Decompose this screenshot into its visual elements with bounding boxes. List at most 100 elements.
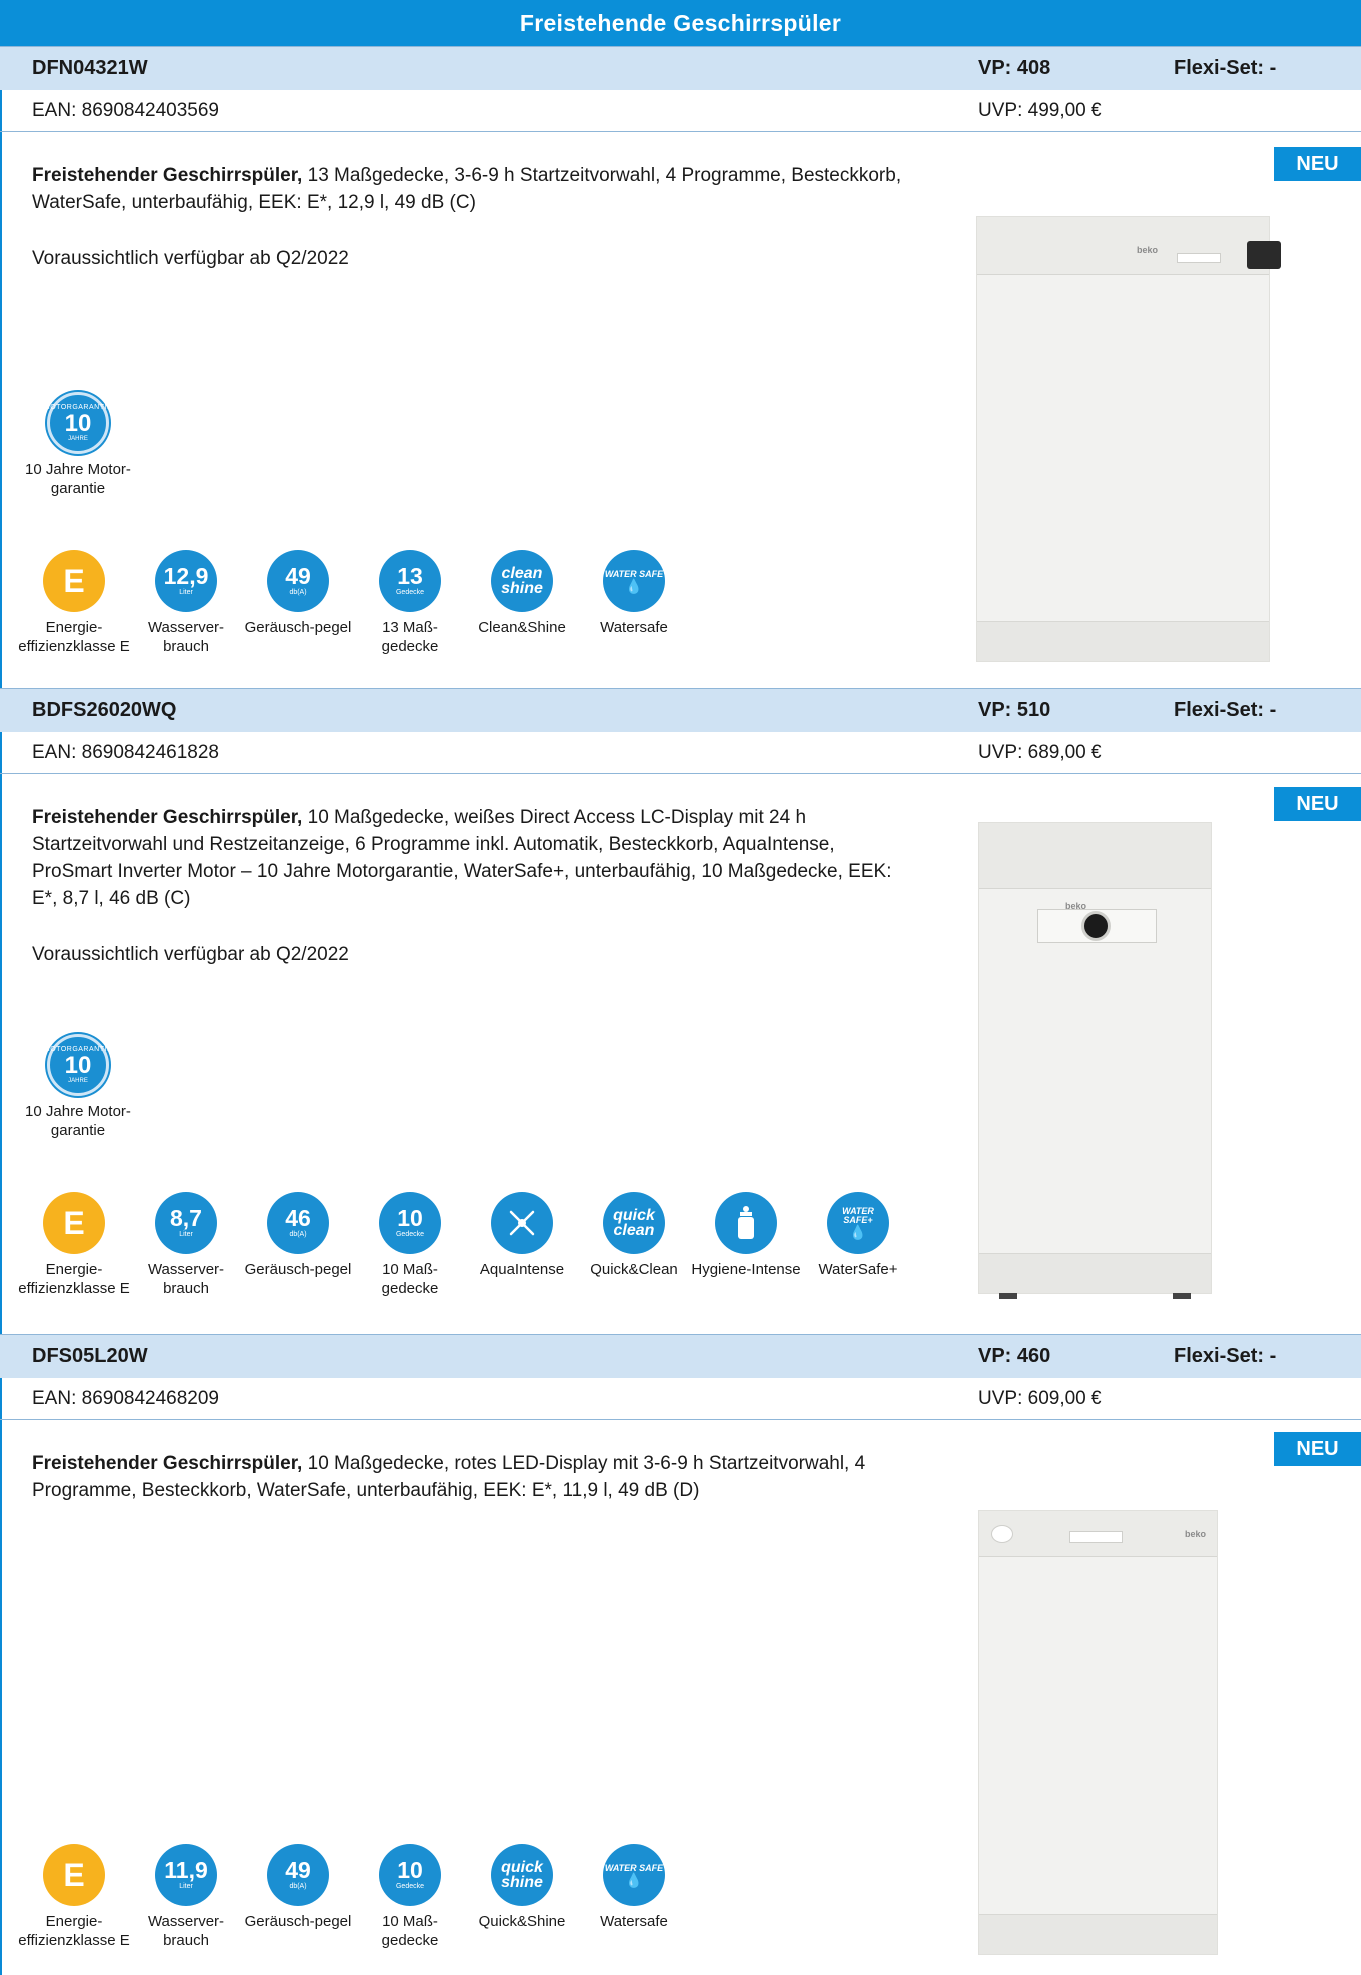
noise-level-icon: 49 db(A) — [267, 550, 329, 612]
feature-unit: Gedecke — [395, 1883, 425, 1890]
product-image: beko — [978, 822, 1212, 1299]
flexi-set: Flexi-Set: - — [1174, 699, 1277, 721]
feature-unit: Liter — [179, 1883, 193, 1890]
hygiene-intense-icon — [715, 1192, 777, 1254]
kick-plate — [979, 1253, 1211, 1293]
feature-value: 10 — [397, 1205, 423, 1231]
feature-settings: 10 Gedecke 10 Maß-gedecke — [354, 1192, 466, 1298]
noise-level-icon: 49 db(A) — [267, 1844, 329, 1906]
feature-label: Clean&Shine — [478, 619, 566, 636]
feature-unit: Gedecke — [395, 1231, 425, 1238]
feature-label: WaterSafe+ — [818, 1261, 898, 1278]
baby-bottle-glyph — [738, 1206, 754, 1239]
feature-value: 12,9 — [163, 563, 209, 589]
motor-warranty: MOTORGARANTIE 10 JAHRE 10 Jahre Motor-ga… — [18, 1034, 138, 1140]
feature-label: Watersafe — [600, 1913, 668, 1930]
feature-label: 10 Maß-gedecke — [381, 1913, 439, 1949]
feature-value: clean shine — [501, 565, 543, 597]
feature-watersafe: WATER SAFE 💧 Watersafe — [578, 1844, 690, 1950]
vp-price: VP: 408 — [978, 57, 1051, 79]
water-drops-glyph: 💧 — [625, 1871, 643, 1888]
feature-value: WATER SAFE+ — [842, 1206, 874, 1225]
motor-warranty-icon: MOTORGARANTIE 10 JAHRE — [44, 392, 112, 454]
feature-icons: E Energie-effizienzklasse E 11,9 Liter Wa… — [18, 1844, 690, 1950]
quick-clean-icon: quick clean — [603, 1192, 665, 1254]
feature-value: 49 — [285, 563, 311, 589]
model-number: DFS05L20W — [32, 1345, 148, 1367]
brand-logo: beko — [1137, 245, 1159, 255]
watersafe-plus-icon: WATER SAFE+ 💧 — [827, 1192, 889, 1254]
feature-unit: db(A) — [289, 1231, 307, 1238]
availability-note: Voraussichtlich verfügbar ab Q2/2022 — [32, 944, 349, 965]
feature-water: 12,9 Liter Wasserver-brauch — [130, 550, 242, 656]
warranty-badge-number: 10 — [64, 1051, 92, 1079]
catalog-page: Freistehende Geschirrspüler DFN04321W VP… — [0, 0, 1361, 1975]
warranty-badge-bottom: JAHRE — [68, 435, 88, 442]
feature-label: Wasserver-brauch — [147, 1913, 225, 1949]
program-knob — [991, 1525, 1013, 1543]
feature-noise: 49 db(A) Geräusch-pegel — [242, 550, 354, 656]
control-knob — [1081, 911, 1111, 941]
feature-label: Watersafe — [600, 619, 668, 636]
flexi-set: Flexi-Set: - — [1174, 1345, 1277, 1367]
feature-label: 10 Maß-gedecke — [381, 1261, 439, 1297]
warranty-label: 10 Jahre Motor-garantie — [25, 461, 131, 497]
warranty-badge-number: 10 — [64, 409, 92, 437]
motor-warranty-icon: MOTORGARANTIE 10 JAHRE — [44, 1034, 112, 1096]
product-description: Freistehender Geschirrspüler, 10 Maßgede… — [32, 804, 912, 912]
product-description: Freistehender Geschirrspüler, 10 Maßgede… — [32, 1450, 912, 1504]
energy-class-icon: E — [43, 550, 105, 612]
place-settings-icon: 10 Gedecke — [379, 1192, 441, 1254]
feature-energy: E Energie-effizienzklasse E — [18, 1192, 130, 1298]
motor-warranty: MOTORGARANTIE 10 JAHRE 10 Jahre Motor-ga… — [18, 392, 138, 498]
warranty-label: 10 Jahre Motor-garantie — [25, 1103, 131, 1139]
product-image: beko — [978, 1510, 1218, 1955]
feature-hygiene: Hygiene-Intense — [690, 1192, 802, 1298]
feature-label: AquaIntense — [479, 1261, 565, 1278]
water-drops-glyph: 💧 — [849, 1224, 867, 1240]
description-lead: Freistehender Geschirrspüler, — [32, 807, 303, 828]
uvp-price: UVP: 609,00 € — [978, 1388, 1102, 1409]
kick-plate — [977, 621, 1269, 661]
uvp-price: UVP: 689,00 € — [978, 742, 1102, 763]
feature-value: 13 — [397, 563, 423, 589]
feature-label: Geräusch-pegel — [244, 1261, 352, 1278]
water-consumption-icon: 8,7 Liter — [155, 1192, 217, 1254]
feature-icons: E Energie-effizienzklasse E 12,9 Liter Wa… — [18, 550, 690, 656]
quick-shine-icon: quick shine — [491, 1844, 553, 1906]
top-lid — [979, 823, 1211, 889]
feature-label: Quick&Clean — [590, 1261, 678, 1278]
feature-watersafe: WATER SAFE 💧 Watersafe — [578, 550, 690, 656]
energy-class-icon: E — [43, 1844, 105, 1906]
brand-logo: beko — [1065, 901, 1087, 911]
feature-label: Wasserver-brauch — [147, 1261, 225, 1297]
feature-value: 46 — [285, 1205, 311, 1231]
feature-value: 10 — [397, 1857, 423, 1883]
feature-value: quick shine — [501, 1859, 543, 1891]
page-title: Freistehende Geschirrspüler — [0, 0, 1361, 46]
control-display — [1247, 241, 1281, 269]
feature-label: Quick&Shine — [478, 1913, 566, 1930]
feature-value: 49 — [285, 1857, 311, 1883]
foot-right — [1173, 1293, 1191, 1299]
feature-unit: Liter — [179, 589, 193, 596]
watersafe-icon: WATER SAFE 💧 — [603, 550, 665, 612]
feature-settings: 10 Gedecke 10 Maß-gedecke — [354, 1844, 466, 1950]
spray-arms-glyph — [509, 1210, 535, 1236]
description-lead: Freistehender Geschirrspüler, — [32, 1453, 303, 1474]
feature-energy: E Energie-effizienzklasse E — [18, 1844, 130, 1950]
noise-level-icon: 46 db(A) — [267, 1192, 329, 1254]
warranty-badge-bottom: JAHRE — [68, 1077, 88, 1084]
ean-code: EAN: 8690842461828 — [32, 742, 219, 763]
product-description: Freistehender Geschirrspüler, 13 Maßgede… — [32, 162, 932, 216]
water-drops-glyph: 💧 — [625, 577, 643, 594]
new-badge: NEU — [1274, 787, 1361, 821]
model-number: BDFS26020WQ — [32, 699, 177, 721]
aquaintense-icon — [491, 1192, 553, 1254]
feature-label: Wasserver-brauch — [147, 619, 225, 655]
feature-label: 13 Maß-gedecke — [381, 619, 439, 655]
watersafe-icon: WATER SAFE 💧 — [603, 1844, 665, 1906]
door-handle — [1069, 1531, 1123, 1543]
description-lead: Freistehender Geschirrspüler, — [32, 165, 303, 186]
feature-noise: 49 db(A) Geräusch-pegel — [242, 1844, 354, 1950]
